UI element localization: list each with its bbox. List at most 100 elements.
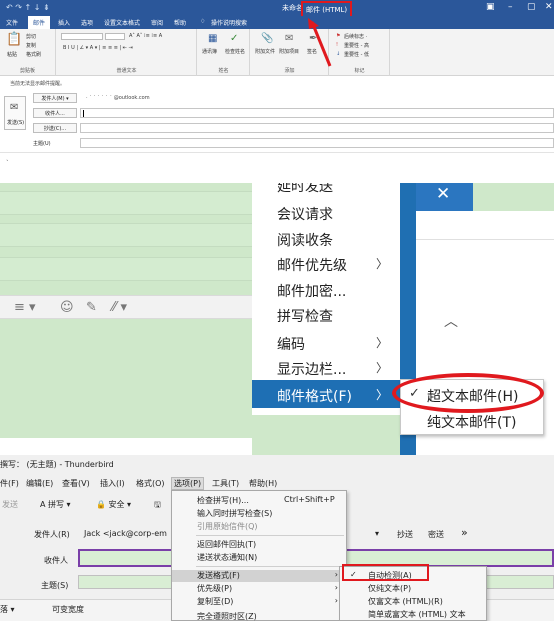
- menu-item-return-receipt[interactable]: 返回邮件回执(T): [172, 539, 346, 551]
- menu-item-dsn[interactable]: 递送状态通知(N): [172, 552, 346, 564]
- attach-file-button[interactable]: 附加文件: [255, 48, 275, 55]
- chevron-right-icon: ›: [334, 583, 338, 592]
- group-label: 姓名: [218, 68, 229, 74]
- menu-item-meeting-request[interactable]: 会议请求: [252, 199, 400, 227]
- text-cursor: [83, 110, 84, 117]
- send-icon: ✉: [10, 102, 19, 113]
- group-label: 普通文本: [116, 68, 137, 74]
- attach-item-icon[interactable]: ✉: [285, 33, 293, 44]
- chevron-up-icon[interactable]: ︿: [444, 311, 458, 331]
- follow-up-button[interactable]: 后续标志 ·: [344, 33, 367, 40]
- ribbon-display-icon[interactable]: ▣: [486, 2, 495, 12]
- attach-item-button[interactable]: 附加项目: [279, 48, 299, 55]
- menu-item-priority[interactable]: 优先级(P) ›: [172, 583, 346, 595]
- menu-item-delivery-format[interactable]: 发送格式(F) ›: [172, 570, 346, 582]
- cc-button[interactable]: 抄送(C)...: [33, 123, 77, 133]
- menu-item-timezone[interactable]: 完全遵照时区(Z): [172, 611, 346, 621]
- menu-options[interactable]: 选项(P): [171, 477, 205, 490]
- menu-insert[interactable]: 插入(I): [100, 478, 125, 489]
- message-body[interactable]: [0, 320, 252, 455]
- tab-help[interactable]: 帮助: [174, 18, 186, 27]
- paragraph-select[interactable]: 落 ▾: [0, 604, 15, 615]
- font-grow-icons[interactable]: A˄ A˅ ⁞≡ ⁞≡ A: [129, 33, 162, 39]
- chevron-right-icon: 〉: [375, 388, 388, 402]
- tell-me-search[interactable]: 操作说明搜索: [211, 18, 247, 27]
- to-field[interactable]: [80, 108, 554, 118]
- bcc-toggle[interactable]: 密送: [428, 529, 444, 540]
- menu-file[interactable]: 件(F): [0, 478, 19, 489]
- ribbon: 📋 粘贴 剪切 复制 格式刷 剪贴板 A˄ A˅ ⁞≡ ⁞≡ A B I U |…: [0, 29, 554, 76]
- address-book-button[interactable]: 通讯簿: [202, 48, 217, 55]
- send-button[interactable]: 发送: [2, 499, 18, 510]
- low-importance-button[interactable]: 重要性 - 低: [344, 51, 369, 58]
- paperclip-icon[interactable]: 📎: [261, 33, 273, 44]
- body-caret[interactable]: ˋ: [6, 160, 9, 167]
- tab-options[interactable]: 选项: [81, 18, 93, 27]
- cut-button[interactable]: 剪切: [26, 33, 36, 40]
- menu-item-priority[interactable]: 邮件优先级〉: [252, 250, 400, 278]
- menu-item-encoding[interactable]: 编码〉: [252, 329, 400, 357]
- magic-wand-icon[interactable]: ⁄⁄ ▾: [112, 300, 127, 315]
- from-dropdown[interactable]: ▾: [375, 529, 379, 538]
- spell-button[interactable]: A 拼写 ▾: [40, 499, 71, 510]
- font-name-select[interactable]: [61, 33, 103, 40]
- submenu-item-plain-only[interactable]: 仅纯文本(P): [340, 583, 486, 595]
- tab-format-text[interactable]: 设置文本格式: [104, 18, 140, 27]
- tab-insert[interactable]: 插入: [58, 18, 70, 27]
- group-names: ▦ ✓ 通讯簿 检查姓名 姓名: [198, 29, 250, 76]
- check-names-button[interactable]: 检查姓名: [225, 48, 245, 55]
- cc-toggle[interactable]: 抄送: [397, 529, 413, 540]
- emoji-icon[interactable]: ☺: [60, 300, 74, 315]
- from-button[interactable]: 发件人(M) ▾: [33, 93, 77, 103]
- subject-field[interactable]: [80, 138, 554, 148]
- more-fields-icon[interactable]: »: [461, 526, 468, 539]
- format-buttons[interactable]: B I U | ∠ ▾ A ▾ | ≡ ≡ ≡ | ⇤ ⇥: [63, 45, 133, 51]
- save-icon[interactable]: 🖫: [154, 499, 161, 513]
- menu-item-copy-to[interactable]: 复制至(D) ›: [172, 596, 346, 608]
- tab-review[interactable]: 审阅: [151, 18, 163, 27]
- menu-item-delay-send[interactable]: 延时发送: [252, 183, 400, 199]
- cc-field[interactable]: [80, 123, 554, 133]
- menu-item-check-spelling[interactable]: 检查拼写(H)... Ctrl+Shift+P: [172, 495, 346, 507]
- maximize-icon[interactable]: ▢: [527, 2, 536, 12]
- submenu-item-both[interactable]: 简单或富文本 (HTML) 文本: [340, 609, 486, 621]
- menu-item-read-receipt[interactable]: 阅读收条: [252, 225, 400, 253]
- check-names-icon[interactable]: ✓: [230, 33, 238, 44]
- from-value[interactable]: Jack <jack@corp-em: [84, 529, 167, 538]
- status-area: [0, 438, 252, 455]
- format-painter-button[interactable]: 格式刷: [26, 51, 41, 58]
- high-importance-button[interactable]: 重要性 - 高: [344, 42, 369, 49]
- insert-icon[interactable]: ✎: [86, 300, 97, 315]
- copy-button[interactable]: 复制: [26, 42, 36, 49]
- menu-help[interactable]: 帮助(H): [249, 478, 277, 489]
- minimize-icon[interactable]: –: [508, 2, 513, 12]
- close-icon[interactable]: ✕: [436, 184, 450, 204]
- menu-format[interactable]: 格式(O): [136, 478, 165, 489]
- security-button[interactable]: 🔒 安全 ▾: [96, 499, 131, 510]
- mail-tip-text: 当前无法显示邮件提醒。: [10, 81, 66, 87]
- menu-item-sidebar[interactable]: 显示边栏... 〉: [252, 354, 400, 382]
- font-size-select[interactable]: [105, 33, 125, 40]
- menu-item-mail-format[interactable]: 邮件格式(F) 〉: [252, 380, 400, 408]
- menu-item-encrypt[interactable]: 邮件加密...: [252, 276, 400, 304]
- font-select[interactable]: 可变宽度: [52, 604, 84, 615]
- paragraph-dropdown[interactable]: ≡ ▾: [14, 300, 36, 315]
- menu-view[interactable]: 查看(V): [62, 478, 90, 489]
- paste-label[interactable]: 粘贴: [7, 51, 17, 58]
- submenu-item-html-only[interactable]: 仅富文本 (HTML)(R): [340, 596, 486, 608]
- annotation-arrow: [308, 18, 332, 67]
- menu-item-spellcheck[interactable]: 拼写检查: [252, 301, 400, 329]
- menu-tools[interactable]: 工具(T): [212, 478, 239, 489]
- quick-access-toolbar[interactable]: ↶ ↷ ↑ ↓ ⇟: [6, 3, 50, 12]
- menu-separator: [196, 535, 344, 536]
- close-icon[interactable]: ✕: [545, 2, 553, 12]
- menu-item-spell-as-you-type[interactable]: 输入同时拼写检查(S): [172, 508, 346, 520]
- menu-edit[interactable]: 编辑(E): [26, 478, 53, 489]
- tab-message[interactable]: 邮件: [28, 16, 51, 29]
- address-book-icon[interactable]: ▦: [208, 33, 217, 44]
- chevron-right-icon: 〉: [375, 336, 388, 350]
- to-button[interactable]: 收件人...: [33, 108, 77, 118]
- send-button[interactable]: ✉ 发送(S): [4, 96, 26, 130]
- tab-file[interactable]: 文件: [6, 18, 18, 27]
- paste-icon[interactable]: 📋: [6, 32, 22, 47]
